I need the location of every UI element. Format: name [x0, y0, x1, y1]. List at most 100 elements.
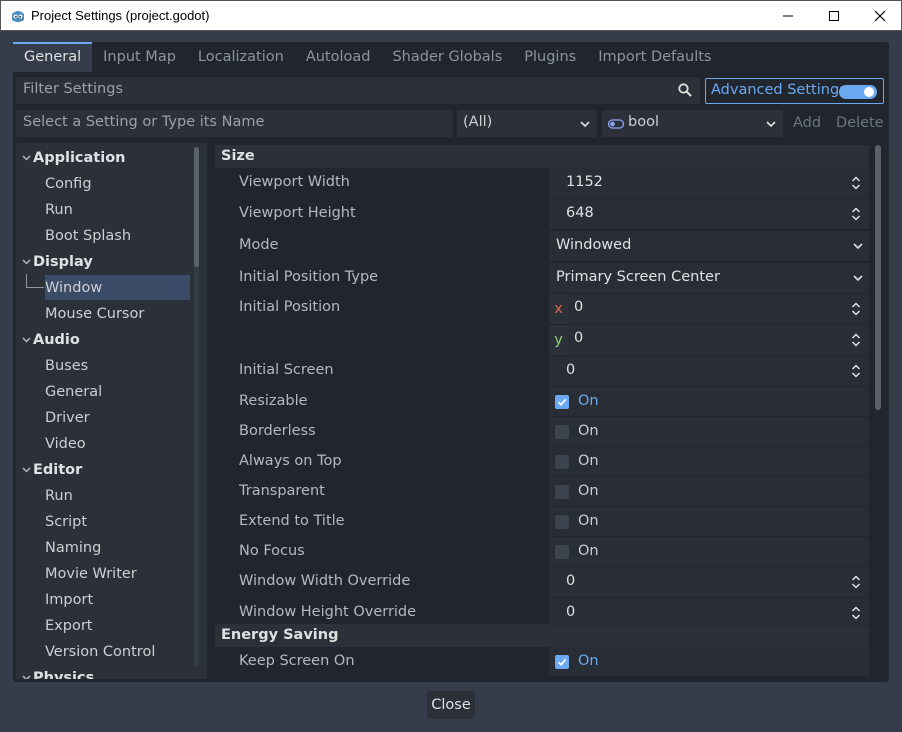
checkbox-field[interactable]: On — [549, 647, 869, 676]
tree-item-video[interactable]: Video — [16, 432, 191, 456]
property-label: Always on Top — [239, 452, 342, 469]
checkbox-unchecked[interactable] — [555, 424, 569, 439]
x-axis-label: x — [549, 294, 568, 324]
checkbox-label: On — [578, 512, 599, 529]
tree-item-general[interactable]: General — [16, 380, 191, 404]
checkmark-icon — [557, 398, 567, 406]
setting-name-input[interactable]: Select a Setting or Type its Name — [16, 110, 453, 137]
tree-item-run[interactable]: Run — [16, 484, 191, 508]
scrollbar-thumb[interactable] — [875, 145, 881, 410]
tree-item-export[interactable]: Export — [16, 614, 191, 638]
tree-item-mouse-cursor[interactable]: Mouse Cursor — [16, 302, 191, 326]
enum-dropdown[interactable]: Primary Screen Center — [549, 263, 869, 293]
tree-item-label: Physics — [33, 670, 95, 679]
tree-item-run[interactable]: Run — [16, 198, 191, 222]
spinbox[interactable]: 0 — [549, 567, 869, 597]
spinbox[interactable]: 1152 — [549, 168, 869, 198]
minimize-button[interactable] — [765, 1, 811, 31]
chevron-down-icon — [853, 243, 863, 250]
maximize-button[interactable] — [811, 1, 857, 31]
property-keep-screen-on: Keep Screen On On — [215, 647, 869, 676]
tree-scrollbar[interactable] — [194, 147, 199, 667]
tab-input-map[interactable]: Input Map — [92, 42, 187, 72]
delete-button[interactable]: Delete — [836, 110, 884, 137]
close-button[interactable]: Close — [427, 691, 475, 719]
x-component-field[interactable]: x0 — [549, 294, 869, 324]
checkbox-unchecked[interactable] — [555, 484, 569, 499]
tree-item-buses[interactable]: Buses — [16, 354, 191, 378]
scrollbar-thumb[interactable] — [194, 147, 199, 267]
tree-item-application[interactable]: Application — [16, 146, 191, 170]
section-size[interactable]: Size — [215, 145, 869, 168]
spin-arrows-icon[interactable] — [851, 364, 861, 378]
tab-import-defaults[interactable]: Import Defaults — [587, 42, 722, 72]
checkbox-unchecked[interactable] — [555, 514, 569, 529]
checkbox-field[interactable]: On — [549, 447, 869, 476]
chevron-down-icon — [853, 275, 863, 282]
inspector-scrollbar[interactable] — [875, 145, 881, 675]
tree-item-version-control[interactable]: Version Control — [16, 640, 191, 664]
checkbox-field[interactable]: On — [549, 477, 869, 506]
checkbox-label: On — [578, 542, 599, 559]
tree-item-editor[interactable]: Editor — [16, 458, 191, 482]
tree-item-naming[interactable]: Naming — [16, 536, 191, 560]
tree-item-label: Export — [45, 618, 93, 634]
spin-arrows-icon[interactable] — [851, 333, 861, 347]
checkbox-checked[interactable] — [555, 654, 569, 669]
tree-item-boot-splash[interactable]: Boot Splash — [16, 224, 191, 248]
window-title: Project Settings (project.godot) — [31, 8, 210, 23]
toggle-switch[interactable] — [839, 85, 877, 99]
tree-item-physics[interactable]: Physics — [16, 666, 191, 679]
spin-arrows-icon[interactable] — [851, 207, 861, 221]
chevron-down-icon[interactable] — [22, 675, 31, 679]
add-button[interactable]: Add — [793, 110, 821, 137]
tab-shader-globals[interactable]: Shader Globals — [381, 42, 513, 72]
chevron-down-icon — [580, 121, 590, 128]
spin-arrows-icon[interactable] — [851, 176, 861, 190]
property-extend-to-title: Extend to Title On — [215, 507, 869, 536]
scope-dropdown[interactable]: (All) — [457, 110, 597, 137]
checkbox-field[interactable]: On — [549, 537, 869, 566]
spinbox[interactable]: 648 — [549, 199, 869, 229]
enum-dropdown[interactable]: Windowed — [549, 231, 869, 261]
tree-item-driver[interactable]: Driver — [16, 406, 191, 430]
property-viewport-width: Viewport Width 1152 — [215, 168, 869, 198]
chevron-down-icon[interactable] — [22, 467, 31, 473]
filter-settings-input[interactable]: Filter Settings — [16, 77, 700, 104]
tab-plugins[interactable]: Plugins — [513, 42, 587, 72]
tree-item-config[interactable]: Config — [16, 172, 191, 196]
tree-item-import[interactable]: Import — [16, 588, 191, 612]
checkbox-unchecked[interactable] — [555, 544, 569, 559]
chevron-down-icon[interactable] — [22, 259, 31, 265]
filter-placeholder: Filter Settings — [23, 81, 123, 97]
tree-item-movie-writer[interactable]: Movie Writer — [16, 562, 191, 586]
chevron-down-icon[interactable] — [22, 155, 31, 161]
field-value: 0 — [566, 362, 576, 378]
property-label: Resizable — [239, 392, 308, 409]
spin-arrows-icon[interactable] — [851, 302, 861, 316]
y-component-field[interactable]: y0 — [549, 325, 869, 355]
checkbox-field[interactable]: On — [549, 387, 869, 416]
tree-item-label: Window — [45, 280, 103, 296]
property-label: Keep Screen On — [239, 652, 355, 669]
checkbox-unchecked[interactable] — [555, 454, 569, 469]
advanced-settings-toggle[interactable]: Advanced Settings — [705, 78, 884, 104]
tree-item-script[interactable]: Script — [16, 510, 191, 534]
spinbox[interactable]: 0 — [549, 598, 869, 628]
type-dropdown[interactable]: bool — [602, 110, 783, 137]
chevron-down-icon[interactable] — [22, 337, 31, 343]
tab-general[interactable]: General — [13, 42, 93, 72]
close-window-button[interactable] — [857, 1, 902, 31]
tree-item-audio[interactable]: Audio — [16, 328, 191, 352]
checkbox-checked[interactable] — [555, 394, 569, 409]
tree-item-label: Run — [45, 202, 73, 218]
tab-autoload[interactable]: Autoload — [295, 42, 382, 72]
tab-localization[interactable]: Localization — [187, 42, 295, 72]
checkbox-field[interactable]: On — [549, 507, 869, 536]
spin-arrows-icon[interactable] — [851, 575, 861, 589]
spinbox[interactable]: 0 — [549, 356, 869, 386]
spin-arrows-icon[interactable] — [851, 606, 861, 620]
tree-item-window[interactable]: Window — [16, 276, 191, 300]
checkbox-field[interactable]: On — [549, 417, 869, 446]
tree-item-display[interactable]: Display — [16, 250, 191, 274]
